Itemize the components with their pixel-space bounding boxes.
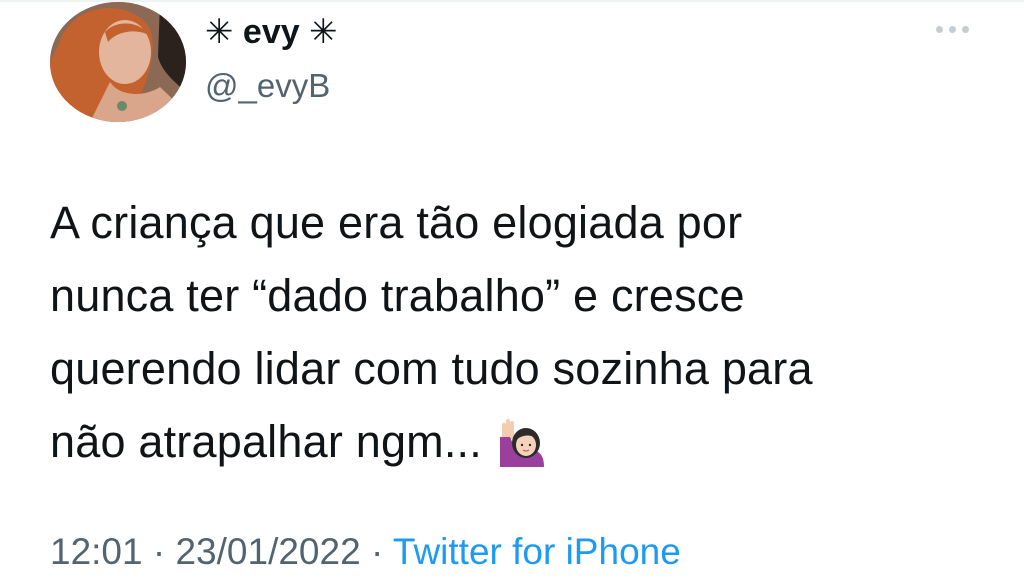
profile-photo [50, 2, 186, 122]
tweet-line-last: não atrapalhar ngm... [50, 405, 990, 478]
tweet-line: nunca ter “dado trabalho” e cresce [50, 270, 745, 321]
tweet-line: não atrapalhar ngm... [50, 416, 482, 467]
avatar[interactable] [50, 2, 186, 122]
more-horizontal-icon-dot [961, 25, 969, 33]
display-name[interactable]: ✳︎ evy ✳︎ [205, 12, 338, 52]
tweet-card: ✳︎ evy ✳︎ @_evyB A criança que era tão e… [0, 0, 1024, 584]
more-options-button[interactable] [928, 14, 976, 44]
tweet-line: A criança que era tão elogiada por [50, 197, 743, 248]
tweet-text: A criança que era tão elogiada por nunca… [50, 186, 990, 478]
user-handle[interactable]: @_evyB [205, 66, 330, 106]
more-horizontal-icon-dot [948, 25, 956, 33]
more-horizontal-icon [935, 25, 943, 33]
tweet-source-link[interactable]: Twitter for iPhone [393, 531, 681, 572]
tweet-date[interactable]: 23/01/2022 [175, 531, 360, 572]
meta-separator: · [142, 531, 176, 572]
tweet-time[interactable]: 12:01 [50, 531, 143, 572]
raising-hand-woman-emoji [499, 418, 544, 467]
divider [0, 0, 1024, 2]
tweet-meta: 12:01 · 23/01/2022 · Twitter for iPhone [50, 530, 681, 574]
meta-separator: · [360, 531, 393, 572]
tweet-line: querendo lidar com tudo sozinha para [50, 343, 813, 394]
